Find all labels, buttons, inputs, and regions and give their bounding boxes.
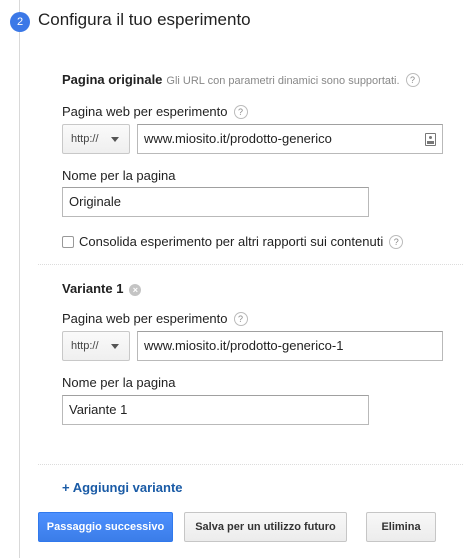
delete-button[interactable]: Elimina [366, 512, 436, 542]
contact-card-icon[interactable] [425, 133, 436, 146]
caret-down-icon [111, 344, 119, 349]
variant-name-input[interactable]: Variante 1 [62, 395, 369, 425]
variant-name-label: Nome per la pagina [62, 375, 176, 390]
variant-protocol-value: http:// [71, 340, 99, 352]
save-for-later-button[interactable]: Salva per un utilizzo futuro [184, 512, 347, 542]
variant-url-input[interactable]: www.miosito.it/prodotto-generico-1 [137, 331, 443, 361]
step-title: Configura il tuo esperimento [38, 10, 251, 29]
help-icon[interactable]: ? [233, 312, 248, 326]
remove-x-icon[interactable]: × [129, 284, 142, 296]
step-timeline-line [19, 0, 20, 558]
variant-section-heading: Variante 1 × [62, 281, 142, 296]
original-protocol-value: http:// [71, 133, 99, 145]
original-url-input[interactable]: www.miosito.it/prodotto-generico [137, 124, 443, 154]
original-name-label: Nome per la pagina [62, 168, 176, 183]
variant-url-label: Pagina web per esperimento? [62, 311, 248, 326]
help-icon[interactable]: ? [389, 235, 404, 249]
add-variant-link[interactable]: + Aggiungi variante [62, 480, 183, 495]
original-protocol-select[interactable]: http:// [62, 124, 130, 154]
original-url-label-text: Pagina web per esperimento [62, 104, 228, 119]
next-step-button[interactable]: Passaggio successivo [38, 512, 173, 542]
original-url-value: www.miosito.it/prodotto-generico [144, 131, 332, 146]
help-icon[interactable]: ? [405, 73, 420, 87]
variant-heading-text: Variante 1 [62, 281, 124, 296]
original-name-value: Originale [69, 194, 122, 209]
help-icon[interactable]: ? [233, 105, 248, 119]
original-url-label: Pagina web per esperimento? [62, 104, 248, 119]
dynamic-url-hint: Gli URL con parametri dinamici sono supp… [166, 75, 400, 87]
consolidate-label-text: Consolida esperimento per altri rapporti… [79, 234, 384, 249]
section-divider [38, 264, 463, 265]
caret-down-icon [111, 137, 119, 142]
step-number-badge: 2 [10, 12, 30, 32]
variant-protocol-select[interactable]: http:// [62, 331, 130, 361]
original-heading-text: Pagina originale [62, 72, 163, 87]
consolidate-checkbox[interactable] [62, 236, 74, 248]
variant-url-value: www.miosito.it/prodotto-generico-1 [144, 338, 344, 353]
consolidate-label: Consolida esperimento per altri rapporti… [79, 234, 404, 249]
variant-name-value: Variante 1 [69, 402, 128, 417]
original-section-heading: Pagina originale Gli URL con parametri di… [62, 72, 420, 87]
variant-url-label-text: Pagina web per esperimento [62, 311, 228, 326]
section-divider [38, 464, 463, 465]
original-name-input[interactable]: Originale [62, 187, 369, 217]
